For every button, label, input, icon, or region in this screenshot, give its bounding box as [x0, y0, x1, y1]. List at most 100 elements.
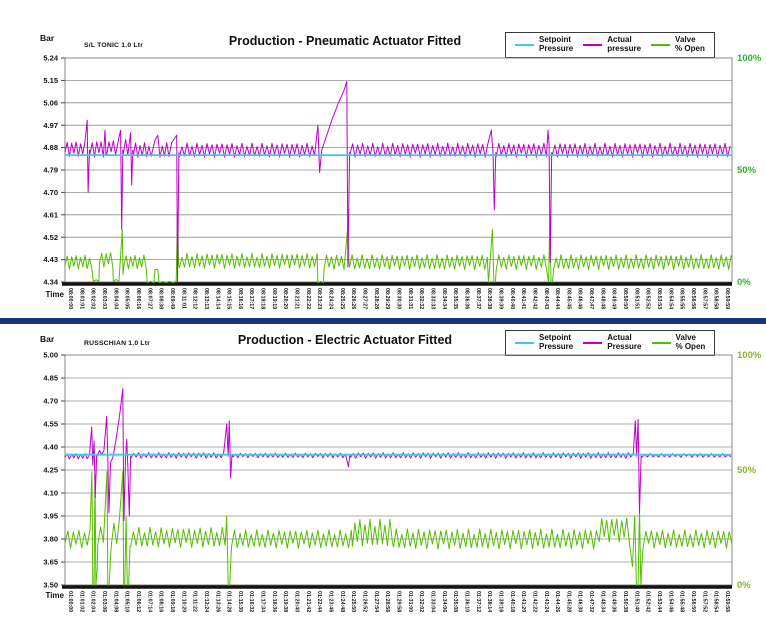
- svg-text:01:35:08: 01:35:08: [452, 591, 458, 612]
- svg-text:08:42:42: 08:42:42: [531, 288, 537, 309]
- svg-text:08:54:54: 08:54:54: [667, 288, 673, 309]
- svg-text:01:09:18: 01:09:18: [169, 591, 175, 612]
- dual-trend-chart-page: Bar S/L TONIC 1.0 Ltr Production - Pneum…: [0, 0, 766, 638]
- svg-text:01:03:06: 01:03:06: [101, 591, 107, 612]
- svg-text:01:04:08: 01:04:08: [112, 591, 118, 612]
- svg-text:01:02:04: 01:02:04: [90, 591, 96, 612]
- svg-text:08:28:28: 08:28:28: [373, 288, 379, 309]
- section-divider: [0, 318, 766, 324]
- svg-text:01:23:46: 01:23:46: [328, 591, 334, 612]
- svg-text:5.00: 5.00: [43, 351, 58, 360]
- svg-text:08:45:45: 08:45:45: [565, 288, 571, 309]
- svg-text:4.70: 4.70: [43, 397, 58, 406]
- svg-text:01:31:00: 01:31:00: [407, 591, 413, 612]
- x-tick-labels: 01:00:0001:01:0201:02:0401:03:0601:04:08…: [67, 591, 730, 612]
- svg-text:08:52:52: 08:52:52: [645, 288, 651, 309]
- svg-text:08:32:32: 08:32:32: [418, 288, 424, 309]
- svg-text:01:47:32: 01:47:32: [588, 591, 594, 612]
- svg-text:01:43:24: 01:43:24: [543, 591, 549, 612]
- series-valve_pct_open-line: [65, 472, 732, 586]
- svg-text:08:11:01: 08:11:01: [180, 288, 186, 309]
- svg-text:01:33:04: 01:33:04: [429, 591, 435, 612]
- svg-text:08:33:33: 08:33:33: [429, 288, 435, 309]
- svg-text:08:38:38: 08:38:38: [486, 288, 492, 309]
- svg-text:08:12:12: 08:12:12: [192, 288, 198, 309]
- svg-text:08:20:20: 08:20:20: [282, 288, 288, 309]
- svg-text:50%: 50%: [737, 465, 757, 476]
- svg-text:01:46:30: 01:46:30: [577, 591, 583, 612]
- svg-text:4.10: 4.10: [43, 489, 58, 498]
- svg-text:08:01:01: 08:01:01: [78, 288, 84, 309]
- svg-text:08:39:39: 08:39:39: [497, 288, 503, 309]
- svg-text:08:31:31: 08:31:31: [407, 288, 413, 309]
- svg-text:5.06: 5.06: [43, 98, 58, 107]
- svg-text:01:41:20: 01:41:20: [520, 591, 526, 612]
- svg-text:01:49:36: 01:49:36: [611, 591, 617, 612]
- svg-text:01:53:44: 01:53:44: [656, 591, 662, 612]
- svg-text:08:36:36: 08:36:36: [463, 288, 469, 309]
- svg-text:08:57:57: 08:57:57: [701, 288, 707, 309]
- right-axis-labels: 100%50%0%: [737, 350, 762, 591]
- svg-text:01:38:14: 01:38:14: [486, 591, 492, 612]
- svg-text:08:55:55: 08:55:55: [679, 288, 685, 309]
- svg-text:3.50: 3.50: [43, 581, 58, 590]
- svg-text:08:58:58: 08:58:58: [713, 288, 719, 309]
- series-valve_pct_open-line: [65, 212, 731, 282]
- svg-text:08:29:29: 08:29:29: [384, 288, 390, 309]
- svg-text:4.97: 4.97: [43, 121, 58, 130]
- svg-text:08:09:49: 08:09:49: [169, 288, 175, 309]
- svg-text:3.80: 3.80: [43, 535, 58, 544]
- svg-text:01:40:18: 01:40:18: [509, 591, 515, 612]
- svg-text:08:03:03: 08:03:03: [101, 288, 107, 309]
- gridlines: [65, 355, 732, 585]
- y-tick-labels: 5.245.155.064.974.884.794.704.614.524.43…: [43, 54, 65, 287]
- svg-text:01:20:40: 01:20:40: [294, 591, 300, 612]
- svg-text:4.25: 4.25: [43, 466, 58, 475]
- svg-text:01:16:32: 01:16:32: [248, 591, 254, 612]
- svg-text:4.52: 4.52: [43, 233, 58, 242]
- x-axis-title: Time: [34, 591, 64, 600]
- svg-text:01:12:24: 01:12:24: [203, 591, 209, 612]
- svg-text:08:50:50: 08:50:50: [622, 288, 628, 309]
- svg-text:08:05:05: 08:05:05: [124, 288, 130, 309]
- svg-text:01:11:22: 01:11:22: [192, 591, 198, 612]
- svg-text:4.85: 4.85: [43, 374, 58, 383]
- svg-text:01:44:26: 01:44:26: [554, 591, 560, 612]
- svg-text:01:55:48: 01:55:48: [679, 591, 685, 612]
- svg-text:08:43:43: 08:43:43: [543, 288, 549, 309]
- svg-text:01:59:56: 01:59:56: [724, 591, 730, 612]
- svg-text:08:02:02: 08:02:02: [90, 288, 96, 309]
- svg-text:08:15:15: 08:15:15: [226, 288, 232, 309]
- svg-text:4.40: 4.40: [43, 443, 58, 452]
- svg-text:4.61: 4.61: [43, 210, 58, 219]
- svg-text:01:50:38: 01:50:38: [622, 591, 628, 612]
- svg-text:01:06:12: 01:06:12: [135, 591, 141, 612]
- svg-text:08:53:53: 08:53:53: [656, 288, 662, 309]
- svg-text:01:00:00: 01:00:00: [67, 591, 73, 612]
- x-tick-labels: 08:00:0008:01:0108:02:0208:03:0308:04:04…: [67, 288, 730, 309]
- svg-text:01:28:56: 01:28:56: [384, 591, 390, 612]
- svg-text:08:08:38: 08:08:38: [158, 288, 164, 309]
- svg-text:08:34:34: 08:34:34: [441, 288, 447, 309]
- svg-text:08:14:14: 08:14:14: [214, 288, 220, 309]
- svg-text:3.65: 3.65: [43, 558, 58, 567]
- svg-text:50%: 50%: [737, 165, 757, 176]
- svg-text:01:29:58: 01:29:58: [396, 591, 402, 612]
- svg-text:01:17:34: 01:17:34: [260, 591, 266, 612]
- svg-text:01:37:12: 01:37:12: [475, 591, 481, 612]
- svg-text:08:46:46: 08:46:46: [577, 288, 583, 309]
- svg-text:01:27:54: 01:27:54: [373, 591, 379, 612]
- svg-text:08:18:18: 08:18:18: [260, 288, 266, 309]
- svg-text:01:22:44: 01:22:44: [316, 591, 322, 612]
- svg-text:4.79: 4.79: [43, 166, 58, 175]
- svg-text:08:41:41: 08:41:41: [520, 288, 526, 309]
- svg-text:5.24: 5.24: [43, 54, 58, 63]
- svg-text:08:51:51: 08:51:51: [633, 288, 639, 309]
- svg-text:01:24:48: 01:24:48: [339, 591, 345, 612]
- svg-text:08:44:44: 08:44:44: [554, 288, 560, 309]
- y-tick-labels: 5.004.854.704.554.404.254.103.953.803.65…: [43, 351, 65, 590]
- svg-text:01:39:16: 01:39:16: [497, 591, 503, 612]
- svg-text:08:30:30: 08:30:30: [396, 288, 402, 309]
- svg-text:08:00:00: 08:00:00: [67, 288, 73, 309]
- svg-text:3.95: 3.95: [43, 512, 58, 521]
